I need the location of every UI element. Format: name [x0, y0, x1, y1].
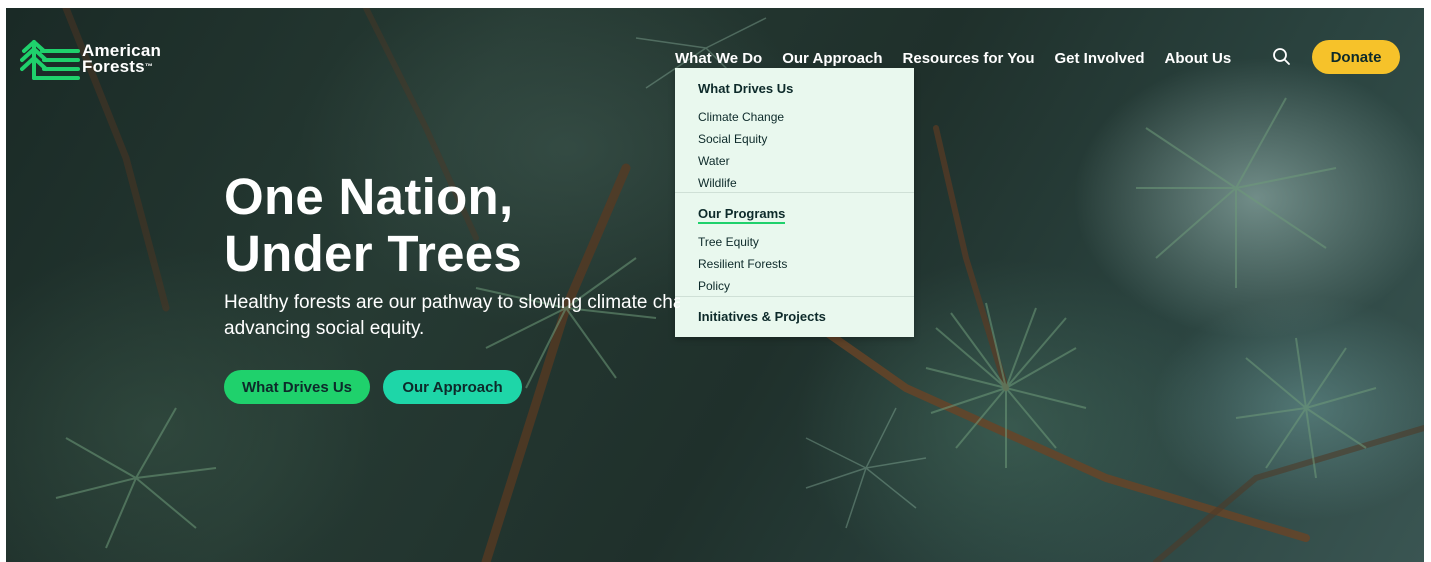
our-approach-button[interactable]: Our Approach: [383, 370, 522, 404]
dropdown-link-policy[interactable]: Policy: [698, 275, 914, 297]
dropdown-link-water[interactable]: Water: [698, 150, 914, 172]
dropdown-link-climate-change[interactable]: Climate Change: [698, 106, 914, 128]
search-icon: [1273, 48, 1290, 65]
tree-logo-icon: [20, 40, 80, 80]
hero-headline-line-1: One Nation,: [224, 168, 514, 225]
main-nav: What We Do Our Approach Resources for Yo…: [675, 46, 1232, 71]
american-forests-logo[interactable]: American Forests™: [20, 36, 161, 82]
logo-line-2: Forests: [82, 57, 145, 76]
dropdown-heading-our-programs[interactable]: Our Programs: [698, 206, 786, 224]
hero-headline: One Nation, Under Trees: [224, 168, 522, 282]
dropdown-link-tree-equity[interactable]: Tree Equity: [698, 231, 914, 253]
dropdown-heading-what-drives-us[interactable]: What Drives Us: [698, 81, 793, 96]
dropdown-link-resilient-forests[interactable]: Resilient Forests: [698, 253, 914, 275]
hero-subtext-line-1: Healthy forests are our pathway to slowi…: [224, 292, 680, 313]
nav-our-approach[interactable]: Our Approach: [782, 50, 882, 67]
dropdown-link-social-equity[interactable]: Social Equity: [698, 128, 914, 150]
dropdown-section-our-programs: Our Programs Tree Equity Resilient Fores…: [675, 193, 914, 296]
nav-what-we-do[interactable]: What We Do: [675, 50, 763, 71]
nav-get-involved[interactable]: Get Involved: [1055, 50, 1145, 67]
nav-resources-for-you[interactable]: Resources for You: [903, 50, 1035, 67]
donate-button[interactable]: Donate: [1312, 40, 1400, 74]
dropdown-link-wildlife[interactable]: Wildlife: [698, 172, 914, 194]
dropdown-section-initiatives: Initiatives & Projects: [675, 297, 914, 326]
logo-wordmark: American Forests™: [82, 42, 161, 76]
dropdown-section-what-drives-us: What Drives Us Climate Change Social Equ…: [675, 68, 914, 192]
trademark: ™: [144, 62, 154, 71]
search-button[interactable]: [1271, 46, 1293, 68]
what-we-do-dropdown: What Drives Us Climate Change Social Equ…: [675, 68, 914, 337]
dropdown-heading-initiatives-projects[interactable]: Initiatives & Projects: [698, 309, 826, 324]
what-drives-us-button[interactable]: What Drives Us: [224, 370, 370, 404]
hero-headline-line-2: Under Trees: [224, 225, 523, 282]
nav-about-us[interactable]: About Us: [1165, 50, 1232, 67]
hero-subtext: Healthy forests are our pathway to slowi…: [224, 290, 680, 342]
hero-subtext-line-2: advancing social equity.: [224, 318, 425, 339]
